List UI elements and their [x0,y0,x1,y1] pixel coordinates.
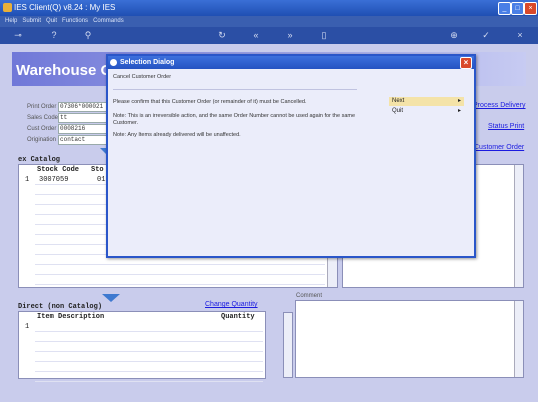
key-icon[interactable]: ⊸ [8,29,28,41]
print-order-label: Print Order [27,104,57,110]
table-row[interactable] [35,362,263,372]
menu-quit[interactable]: Quit [46,16,57,27]
noncatalog-section-label: Direct (non Catalog) [18,303,103,311]
option-next[interactable]: Next ▸ [389,97,464,106]
customer-order-link[interactable]: Customer Order [474,144,524,151]
catalog-section-label: ex Catalog [18,156,61,164]
menu-bar: Help Submit Quit Functions Commands [0,16,538,27]
app-icon [3,3,12,12]
sales-code-field[interactable]: tt [58,113,111,123]
down-arrow-icon[interactable] [102,294,120,302]
table-row[interactable] [35,332,263,342]
add-icon[interactable]: ⊕ [448,29,460,41]
notes-scrollbar[interactable] [514,165,523,287]
table-row[interactable] [35,342,263,352]
page-title: Warehouse Or [16,62,118,79]
dialog-message-delivered: Note: Any Items already delivered will b… [113,132,241,138]
change-quantity-link[interactable]: Change Quantity [205,301,258,308]
dialog-divider [113,89,357,90]
sto-cell: 01 [97,176,106,184]
dialog-subtitle: Cancel Customer Order [113,74,172,80]
comment-scrollbar[interactable] [514,301,523,377]
row-number: 1 [25,176,30,184]
cust-order-field[interactable]: 0008216 [58,124,111,134]
menu-help[interactable]: Help [5,16,17,27]
maximize-icon[interactable]: □ [511,2,524,15]
confirm-icon[interactable]: ✓ [480,29,492,41]
menu-functions[interactable]: Functions [62,16,88,27]
column-header-sto: Sto [91,166,104,174]
noncatalog-grid[interactable]: Item Description Quantity 1 [18,311,266,382]
chevron-right-icon: ▸ [457,98,461,104]
status-print-link[interactable]: Status Print [488,123,524,130]
dialog-message-confirm: Please confirm that this Customer Order … [113,99,307,105]
dialog-close-icon[interactable]: × [460,57,472,69]
minimize-icon[interactable]: _ [498,2,511,15]
cust-order-label: Cust Order [27,126,57,132]
next-icon[interactable]: » [284,29,296,41]
selection-dialog: Selection Dialog × Cancel Customer Order… [106,54,476,258]
table-row[interactable] [35,372,263,382]
previous-icon[interactable]: « [250,29,262,41]
document-icon[interactable]: ▯ [318,29,330,41]
print-order-field[interactable]: 07306*000021 [58,102,111,112]
noncatalog-rows: 1 [25,322,263,382]
process-delivery-link[interactable]: Process Delivery [473,102,526,109]
dialog-titlebar: Selection Dialog × [108,56,474,69]
refresh-icon[interactable]: ↻ [216,29,228,41]
chevron-right-icon: ▸ [457,108,461,114]
window-titlebar: IES Client(Q) v8.24 : My IES _ □ × [0,0,538,16]
option-quit-label: Quit [392,108,404,114]
help-icon[interactable]: ? [48,29,60,41]
window-title: IES Client(Q) v8.24 : My IES [14,3,116,12]
option-quit[interactable]: Quit ▸ [389,107,464,116]
cancel-icon[interactable]: × [514,29,526,41]
search-icon[interactable]: ⚲ [82,29,94,41]
option-next-label: Next [392,98,405,104]
menu-submit[interactable]: Submit [22,16,41,27]
toolbar: ⊸ ? ⚲ ↻ « » ▯ ⊕ ✓ × [0,27,538,44]
table-row[interactable] [35,275,325,285]
dialog-message-irreversible: Note: This is an irreversible action, an… [113,113,356,126]
table-row[interactable] [35,352,263,362]
column-header-stock-code: Stock Code [37,166,80,174]
column-header-item-description: Item Description [37,313,105,321]
noncatalog-scrollbar[interactable] [283,312,293,378]
menu-commands[interactable]: Commands [93,16,124,27]
table-row[interactable]: 1 [25,322,263,332]
origination-label: Origination [27,137,57,143]
row-number: 1 [25,323,30,331]
sales-code-label: Sales Code [27,115,59,121]
column-header-quantity: Quantity [221,313,255,321]
dialog-app-icon [110,59,117,66]
dialog-title: Selection Dialog [120,59,175,66]
origination-field[interactable]: contact [58,135,111,145]
comment-label: Comment [296,293,323,299]
comment-field[interactable] [295,300,524,378]
stock-code-cell: 3007059 [39,176,69,184]
close-window-icon[interactable]: × [524,2,537,15]
table-row[interactable] [35,265,325,275]
